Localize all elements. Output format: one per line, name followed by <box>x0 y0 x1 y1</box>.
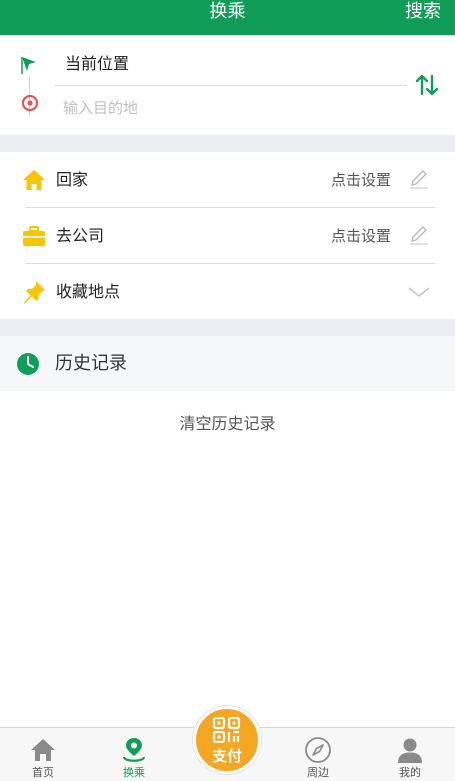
place-label: 回家 <box>56 170 89 189</box>
page-title: 换乘 <box>209 1 246 22</box>
tab-transfer[interactable]: 换乘 <box>99 728 169 781</box>
pay-button[interactable]: 支付 <box>193 706 261 774</box>
destination-marker-icon <box>21 94 39 112</box>
section-spacer <box>0 319 455 336</box>
work-place-row[interactable]: 去公司 点击设置 <box>0 208 455 263</box>
destination-input[interactable] <box>63 95 363 121</box>
home-icon <box>31 739 55 761</box>
history-title: 历史记录 <box>55 353 127 374</box>
pay-label: 支付 <box>211 747 242 765</box>
swap-icon[interactable] <box>414 72 440 98</box>
favorites-row[interactable]: 收藏地点 <box>0 264 455 319</box>
compass-icon <box>305 737 331 763</box>
pencil-icon[interactable] <box>407 166 431 190</box>
route-divider <box>55 85 407 86</box>
set-home-link[interactable]: 点击设置 <box>331 168 391 192</box>
history-header: 历史记录 <box>0 336 455 391</box>
search-button[interactable]: 搜索 <box>405 0 441 24</box>
route-panel: 当前位置 <box>0 35 455 135</box>
home-icon <box>23 170 45 190</box>
tab-nearby[interactable]: 周边 <box>283 728 353 781</box>
pencil-icon[interactable] <box>407 222 431 246</box>
chevron-down-icon[interactable] <box>406 282 432 302</box>
tab-label: 换乘 <box>123 766 145 779</box>
tab-label: 我的 <box>399 766 421 779</box>
app-header: 换乘 搜索 <box>0 0 455 35</box>
tab-profile[interactable]: 我的 <box>375 728 445 781</box>
clear-history-button[interactable]: 清空历史记录 <box>0 410 455 438</box>
tab-label: 首页 <box>32 766 54 779</box>
clock-icon <box>17 353 39 375</box>
origin-field[interactable]: 当前位置 <box>65 52 129 76</box>
set-work-link[interactable]: 点击设置 <box>331 224 391 248</box>
place-label: 收藏地点 <box>56 282 121 301</box>
start-flag-icon <box>21 57 36 74</box>
briefcase-icon <box>23 226 45 246</box>
person-icon <box>398 738 422 763</box>
pin-icon <box>24 281 45 304</box>
tab-home[interactable]: 首页 <box>8 728 78 781</box>
qr-code-icon <box>212 717 241 743</box>
place-label: 去公司 <box>56 226 105 245</box>
saved-places: 回家 点击设置 去公司 点击设置 收藏地点 <box>0 152 455 319</box>
section-spacer <box>0 135 455 152</box>
transfer-icon <box>122 738 146 762</box>
tab-label: 周边 <box>307 766 329 779</box>
home-place-row[interactable]: 回家 点击设置 <box>0 152 455 207</box>
